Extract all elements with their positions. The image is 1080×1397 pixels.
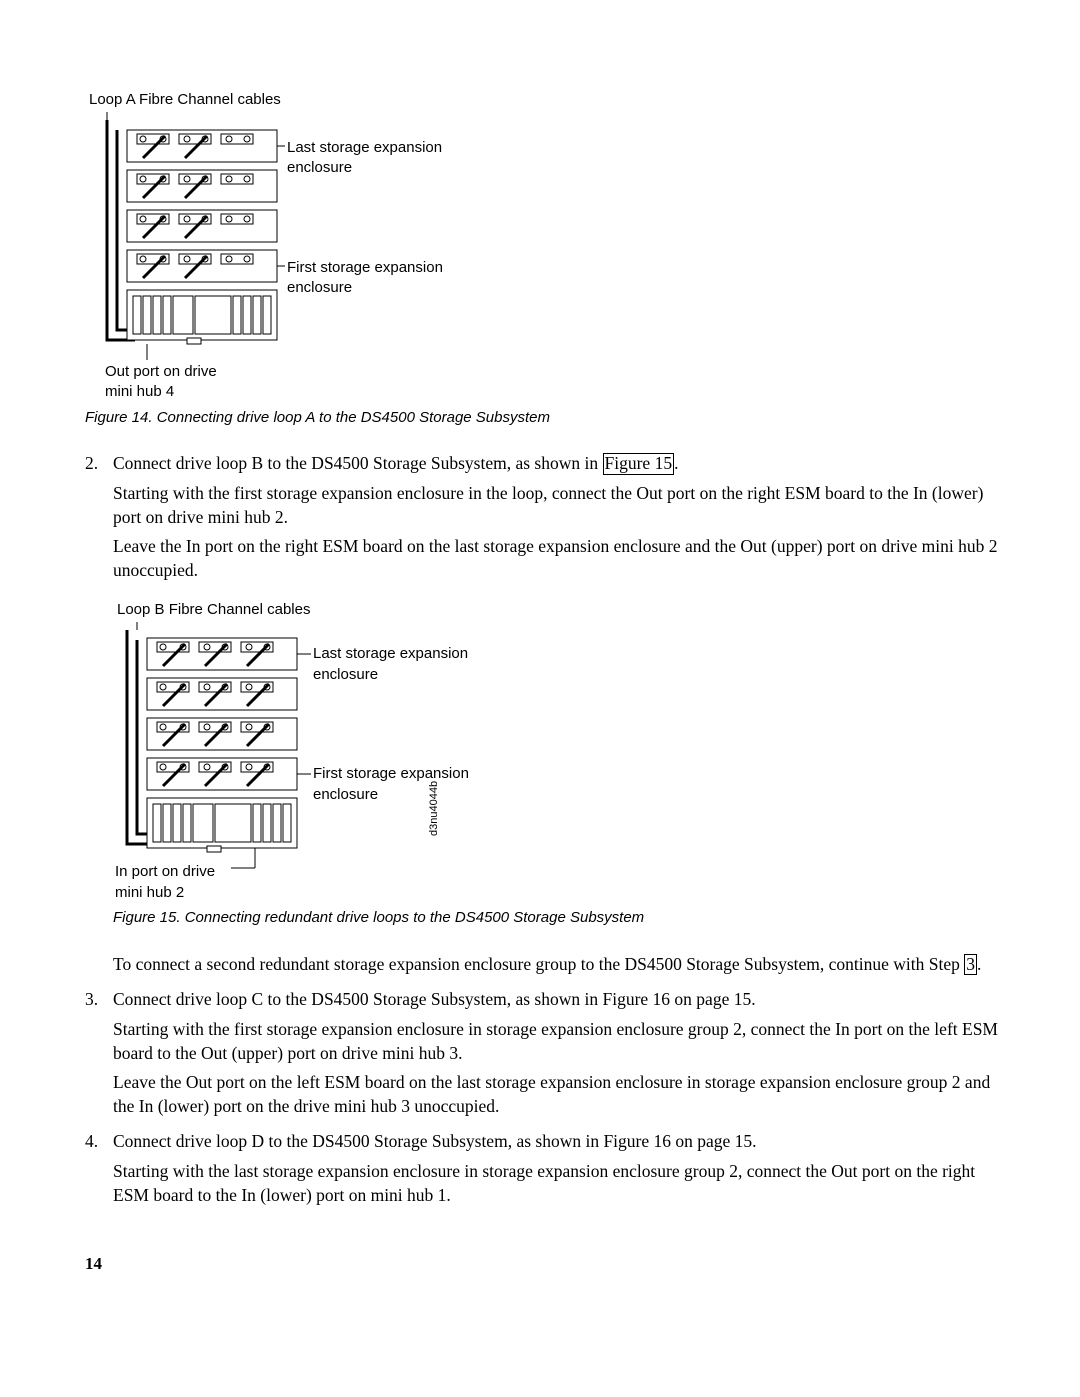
step-4: 4. Connect drive loop D to the DS4500 St… <box>85 1130 1005 1213</box>
step-2-p1: Connect drive loop B to the DS4500 Stora… <box>113 452 1005 476</box>
last-enclosure-label-b: Last storage expansion enclosure <box>313 644 493 685</box>
step-4-p1: Connect drive loop D to the DS4500 Stora… <box>113 1130 1005 1154</box>
image-code: d3nu4044b <box>427 781 442 836</box>
page-number: 14 <box>85 1253 1005 1276</box>
step-3-p2: Starting with the first storage expansio… <box>113 1018 1005 1065</box>
out-port-label: Out port on drivemini hub 4 <box>105 362 217 403</box>
first-enclosure-label-b: First storage expansion enclosure <box>313 764 493 805</box>
step-3-number: 3. <box>85 988 113 1124</box>
step-3: 3. Connect drive loop C to the DS4500 St… <box>85 988 1005 1124</box>
figure-14-diagram: Loop A Fibre Channel cables <box>87 90 1005 400</box>
loop-a-label: Loop A Fibre Channel cables <box>89 90 281 110</box>
step-2-p3: Leave the In port on the right ESM board… <box>113 535 1005 582</box>
first-enclosure-label: First storage expansion enclosure <box>287 258 457 299</box>
step-3-link[interactable]: 3 <box>964 954 977 975</box>
in-port-label: In port on drivemini hub 2 <box>115 862 215 903</box>
figure-15-diagram: Loop B Fibre Channel cables <box>115 600 1005 900</box>
step-2-number: 2. <box>85 452 113 982</box>
step-4-number: 4. <box>85 1130 113 1213</box>
figure-15-link[interactable]: Figure 15 <box>603 453 675 474</box>
last-enclosure-label: Last storage expansion enclosure <box>287 138 457 179</box>
after-fig15-p1: To connect a second redundant storage ex… <box>113 953 1005 977</box>
step-3-p1: Connect drive loop C to the DS4500 Stora… <box>113 988 1005 1012</box>
step-2: 2. Connect drive loop B to the DS4500 St… <box>85 452 1005 982</box>
loop-b-label: Loop B Fibre Channel cables <box>117 600 310 620</box>
step-3-p3: Leave the Out port on the left ESM board… <box>113 1071 1005 1118</box>
step-4-p2: Starting with the last storage expansion… <box>113 1160 1005 1207</box>
step-2-p2: Starting with the first storage expansio… <box>113 482 1005 529</box>
